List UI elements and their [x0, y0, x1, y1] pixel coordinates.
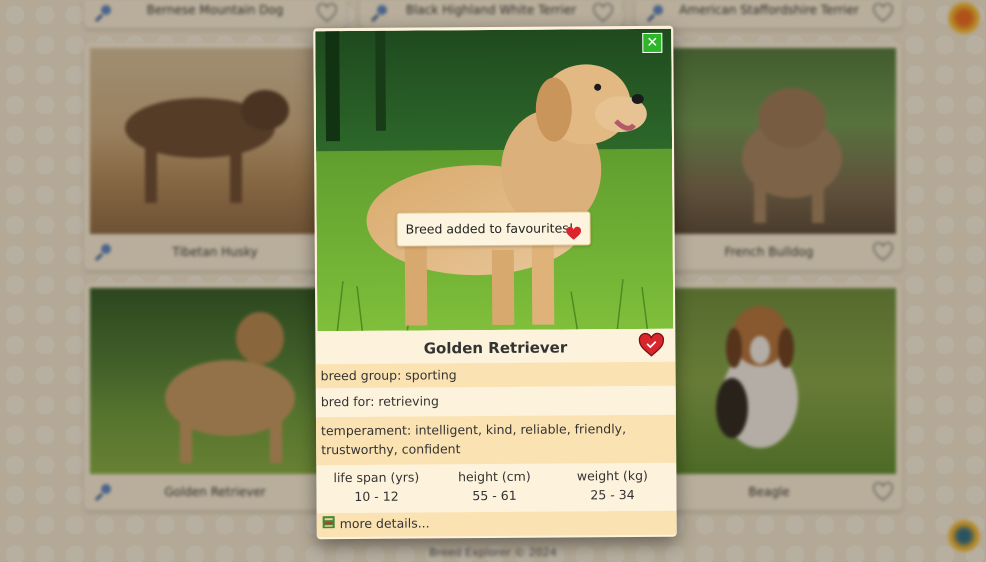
height-value: 55 - 61 [472, 487, 517, 504]
bred-for-text: bred for: retrieving [320, 393, 439, 410]
golden-retriever-photo [315, 28, 674, 332]
more-details-label: more details... [339, 515, 430, 532]
life-span-value: 10 - 12 [354, 488, 399, 504]
temperament-row: temperament: intelligent, kind, reliable… [315, 414, 677, 466]
breed-group-row: breed group: sporting [315, 361, 676, 389]
breed-detail-modal: ✕ Breed added to favourites! Golden Retr… [313, 25, 677, 540]
bred-for-row: bred for: retrieving [315, 387, 676, 415]
more-details-link[interactable]: more details... [316, 510, 677, 538]
weight-value: 25 - 34 [590, 487, 635, 503]
favourite-toast: Breed added to favourites! [396, 211, 591, 247]
stats-section: life span (yrs) 10 - 12 height (cm) 55 -… [316, 463, 677, 515]
life-span-label: life span (yrs) [333, 469, 420, 486]
breed-group-text: breed group: sporting [320, 367, 457, 384]
height-label: height (cm) [457, 468, 531, 485]
breed-title: Golden Retriever [423, 338, 568, 358]
book-icon [322, 514, 336, 536]
weight-stat: weight (kg) 25 - 34 [552, 468, 672, 503]
weight-label: weight (kg) [576, 467, 648, 484]
heart-icon [566, 220, 582, 252]
temperament-text: temperament: intelligent, kind, reliable… [320, 421, 627, 458]
toast-message: Breed added to favourites! [405, 220, 574, 237]
close-button[interactable]: ✕ [642, 32, 663, 53]
height-stat: height (cm) 55 - 61 [434, 469, 554, 504]
life-span-stat: life span (yrs) 10 - 12 [316, 469, 436, 504]
heart-favourited-icon[interactable] [638, 332, 665, 358]
